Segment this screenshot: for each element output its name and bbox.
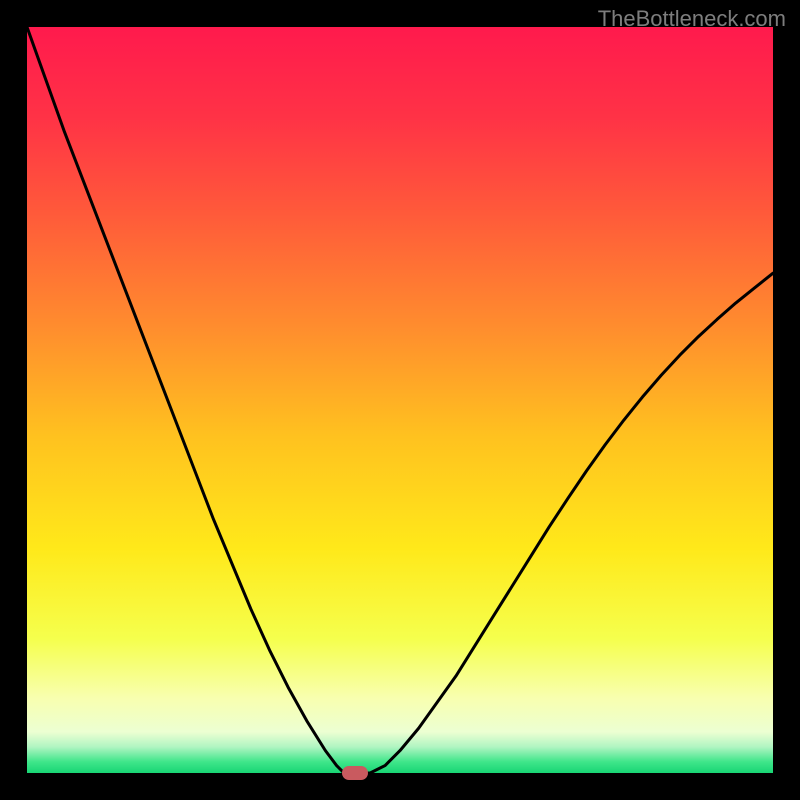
chart-background-gradient [27, 27, 773, 773]
chart-svg [27, 27, 773, 773]
optimal-point-marker [342, 766, 368, 780]
watermark-text: TheBottleneck.com [598, 6, 786, 32]
chart-plot-area [27, 27, 773, 773]
